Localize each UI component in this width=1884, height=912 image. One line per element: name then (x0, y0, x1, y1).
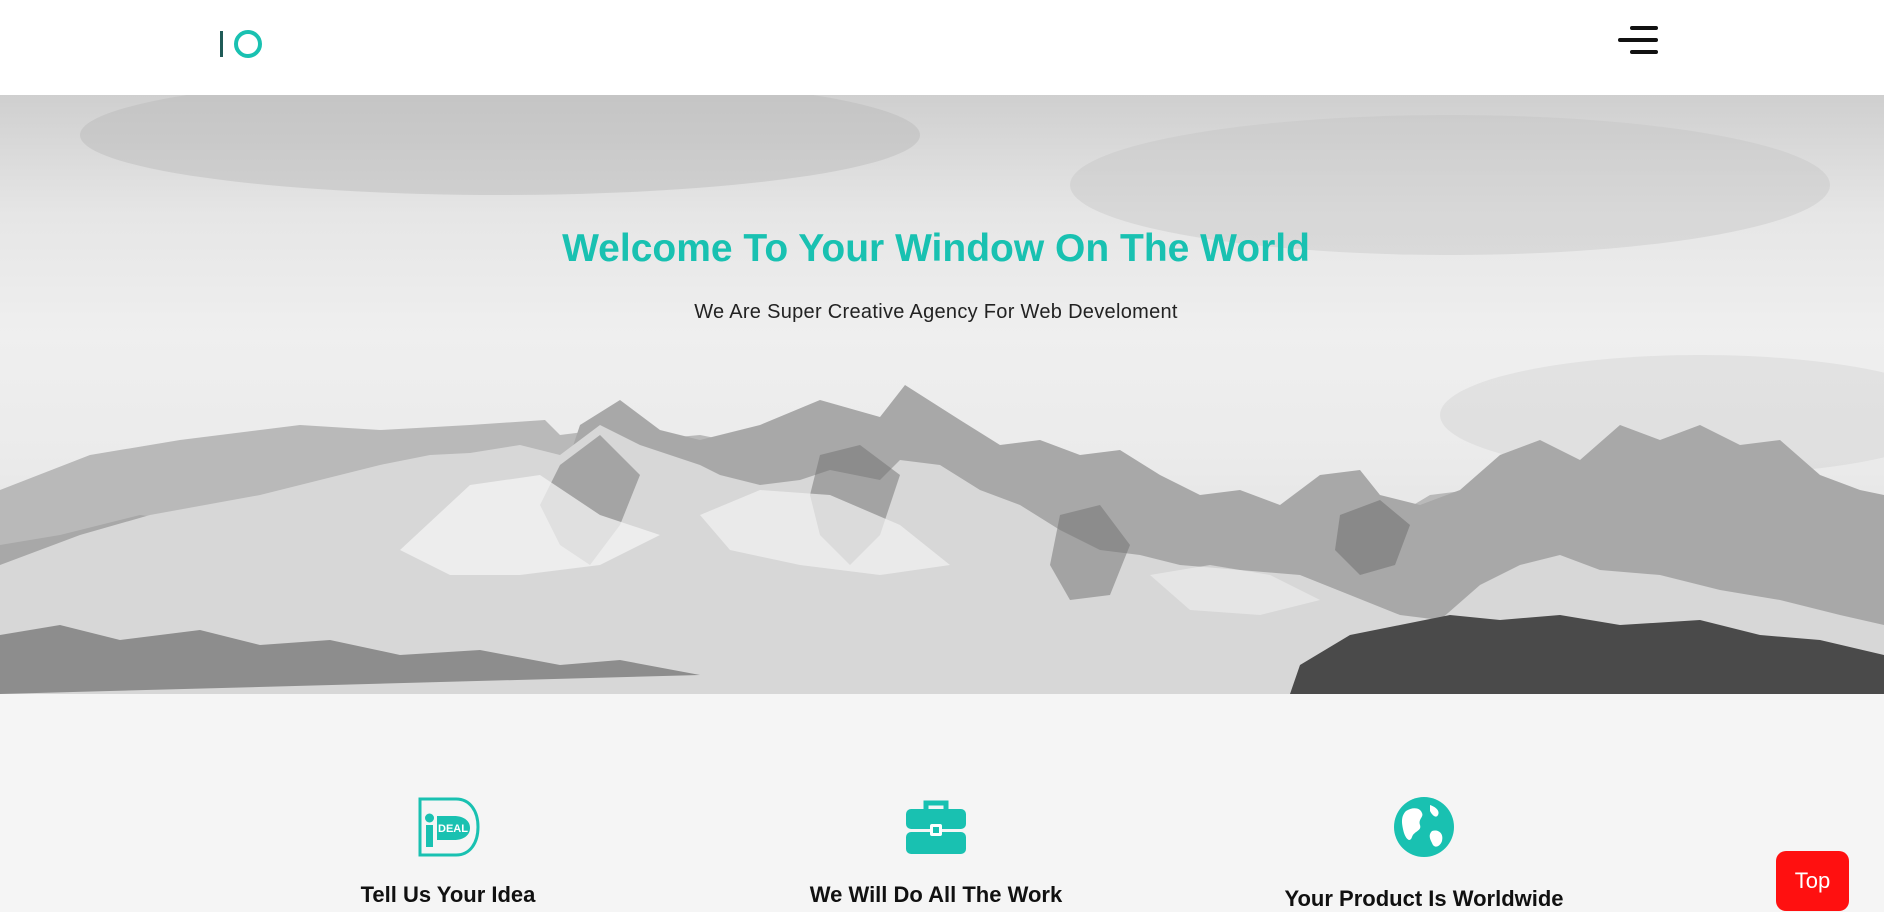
feature-title: We Will Do All The Work (809, 882, 1063, 907)
feature-work: We Will Do All The Work (726, 795, 1146, 908)
feature-title: Your Product Is Worldwide (1284, 886, 1564, 911)
briefcase-icon (906, 800, 966, 854)
logo-ring (234, 30, 262, 58)
hero-subtitle: We Are Super Creative Agency For Web Dev… (694, 301, 1178, 323)
menu-line (1630, 50, 1658, 54)
mountains-image (0, 95, 1884, 694)
hero-section: Welcome To Your Window On The World We A… (0, 95, 1884, 694)
globe-icon (1394, 797, 1454, 857)
ideal-icon: DEAL (418, 797, 480, 857)
menu-line (1618, 38, 1658, 42)
hamburger-menu-icon[interactable] (1618, 26, 1658, 56)
site-header (0, 0, 1884, 95)
svg-text:DEAL: DEAL (438, 823, 468, 835)
logo-bar (220, 31, 223, 57)
feature-idea: DEAL Tell Us Your Idea (238, 795, 658, 908)
menu-line (1630, 26, 1658, 30)
hero-title: Welcome To Your Window On The World (562, 227, 1310, 270)
scroll-top-button[interactable]: Top (1776, 851, 1849, 911)
feature-title: Tell Us Your Idea (360, 882, 536, 907)
features-section: DEAL Tell Us Your Idea We Will Do All Th… (0, 694, 1884, 911)
feature-worldwide: Your Product Is Worldwide (1214, 795, 1634, 912)
io-logo-icon[interactable] (220, 29, 262, 59)
